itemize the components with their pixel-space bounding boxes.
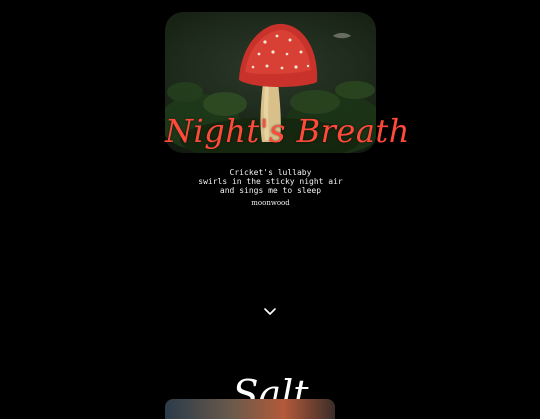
chevron-down-icon[interactable] <box>262 303 278 315</box>
poem-author: moonwood <box>251 199 290 207</box>
poem-line: Cricket's lullaby <box>229 168 312 177</box>
poem-line: swirls in the sticky night air <box>198 177 343 186</box>
next-poem-image <box>165 399 335 419</box>
poem-body: Cricket's lullaby swirls in the sticky n… <box>165 168 376 195</box>
poem-title: Night's Breath <box>165 112 410 150</box>
poem-line: and sings me to sleep <box>219 186 322 195</box>
